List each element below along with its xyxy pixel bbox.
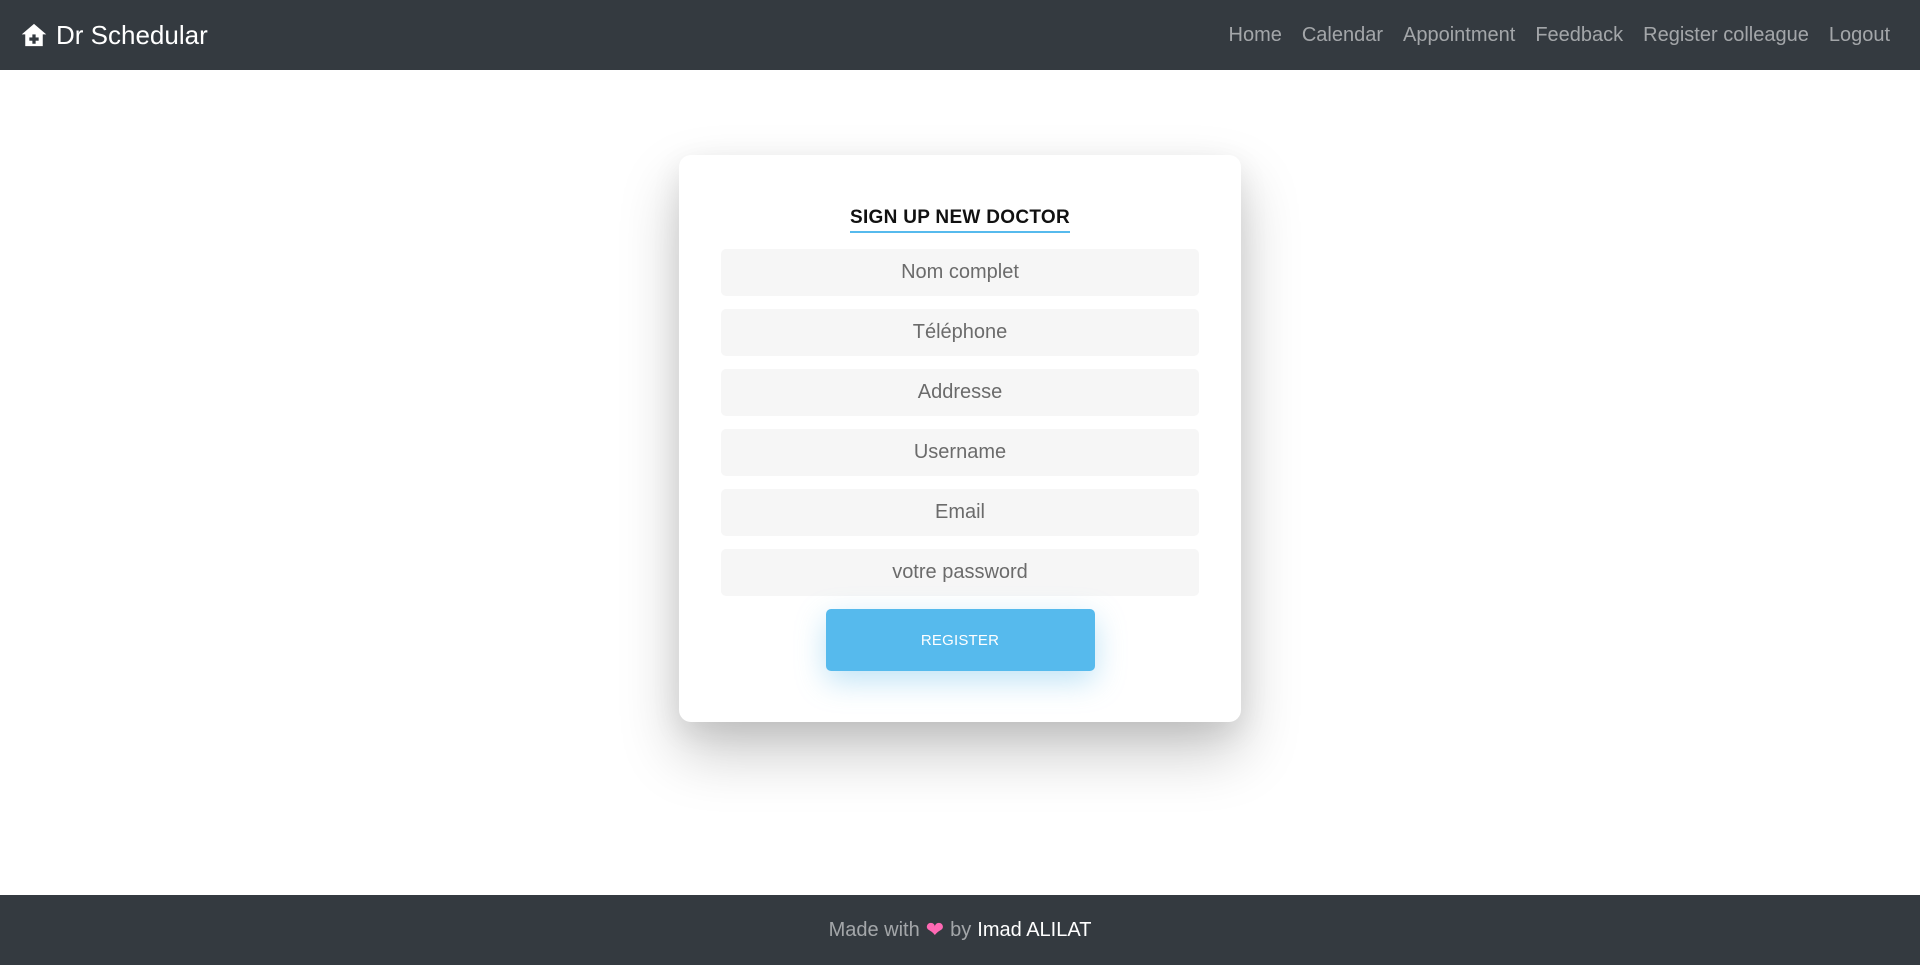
footer-prefix: Made with xyxy=(828,918,920,941)
footer-by: by xyxy=(950,918,972,941)
nav-link-home[interactable]: Home xyxy=(1229,24,1282,47)
nav-links: Home Calendar Appointment Feedback Regis… xyxy=(1229,24,1891,47)
form-title: SIGN UP NEW DOCTOR xyxy=(721,207,1199,233)
nav-link-feedback[interactable]: Feedback xyxy=(1535,24,1623,47)
nav-link-logout[interactable]: Logout xyxy=(1829,24,1890,47)
home-icon xyxy=(20,21,48,49)
full-name-input[interactable] xyxy=(721,249,1199,296)
address-input[interactable] xyxy=(721,369,1199,416)
form-title-text: SIGN UP NEW DOCTOR xyxy=(849,207,1071,233)
footer: Made with ❤ by Imad ALILAT xyxy=(0,895,1920,965)
register-button[interactable]: REGISTER xyxy=(825,609,1095,671)
nav-link-calendar[interactable]: Calendar xyxy=(1302,24,1383,47)
nav-link-appointment[interactable]: Appointment xyxy=(1403,24,1515,47)
nav-link-register-colleague[interactable]: Register colleague xyxy=(1643,24,1809,47)
heart-icon: ❤ xyxy=(925,917,945,942)
username-input[interactable] xyxy=(721,429,1199,476)
phone-input[interactable] xyxy=(721,309,1199,356)
top-navbar: Dr Schedular Home Calendar Appointment F… xyxy=(0,0,1920,70)
password-input[interactable] xyxy=(721,549,1199,596)
brand-link[interactable]: Dr Schedular xyxy=(20,20,208,51)
main-content: SIGN UP NEW DOCTOR REGISTER xyxy=(0,70,1920,895)
signup-card: SIGN UP NEW DOCTOR REGISTER xyxy=(679,155,1241,722)
email-input[interactable] xyxy=(721,489,1199,536)
author-link[interactable]: Imad ALILAT xyxy=(977,919,1091,942)
brand-name: Dr Schedular xyxy=(56,19,208,50)
